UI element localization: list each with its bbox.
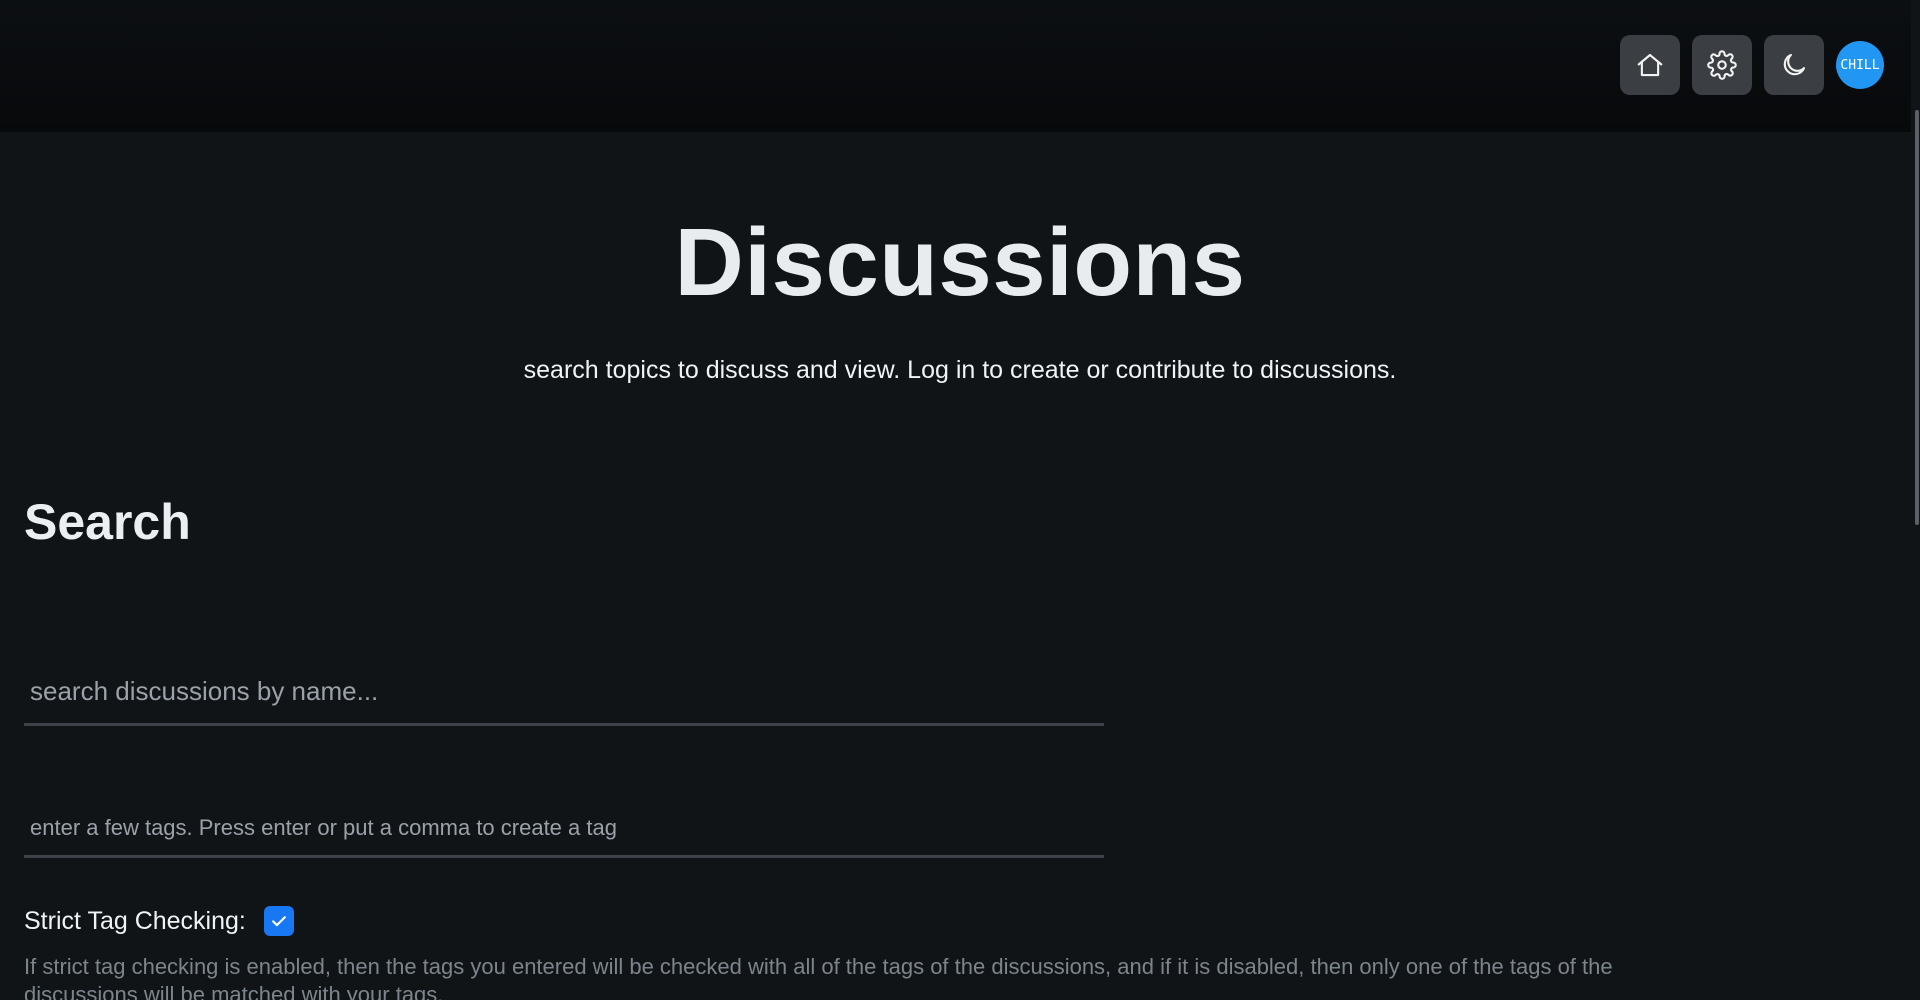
page-scrollbar[interactable] bbox=[1911, 0, 1920, 1000]
home-button[interactable] bbox=[1620, 35, 1680, 95]
tags-input[interactable] bbox=[24, 800, 1104, 858]
search-input[interactable] bbox=[24, 660, 1104, 726]
strict-tag-checkbox[interactable] bbox=[263, 906, 294, 936]
scrollbar-thumb[interactable] bbox=[1915, 110, 1919, 525]
strict-tag-row: Strict Tag Checking: bbox=[24, 906, 294, 936]
discussions-page: CHILL Discussions search topics to discu… bbox=[0, 0, 1920, 1000]
page-title: Discussions bbox=[674, 209, 1246, 316]
page-subtitle: search topics to discuss and view. Log i… bbox=[523, 356, 1397, 384]
gear-icon bbox=[1707, 50, 1737, 80]
theme-toggle-button[interactable] bbox=[1764, 35, 1824, 95]
nav-actions: CHILL bbox=[1620, 35, 1884, 95]
search-section-title: Search bbox=[24, 494, 191, 550]
strict-tag-label: Strict Tag Checking: bbox=[24, 906, 246, 935]
check-icon bbox=[271, 916, 286, 927]
strict-tag-help: If strict tag checking is enabled, then … bbox=[24, 954, 1613, 1000]
home-icon bbox=[1637, 53, 1663, 77]
user-avatar[interactable]: CHILL bbox=[1836, 41, 1884, 89]
top-navbar: CHILL bbox=[0, 0, 1920, 132]
settings-button[interactable] bbox=[1692, 35, 1752, 95]
moon-icon bbox=[1783, 53, 1806, 76]
